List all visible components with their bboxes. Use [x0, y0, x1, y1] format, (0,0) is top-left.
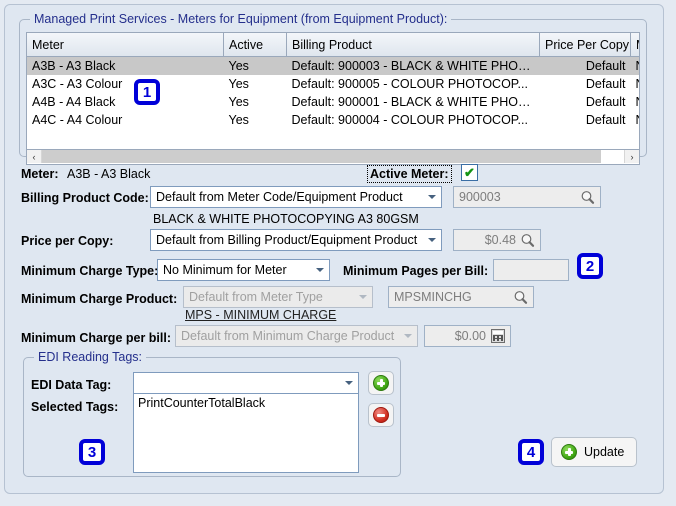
scroll-left-icon[interactable]: ‹	[27, 150, 42, 163]
table-row[interactable]: A4B - A4 Black Yes Default: 900001 - BLA…	[27, 93, 640, 111]
minus-circle-icon	[373, 407, 389, 423]
cell-min-chg: No	[630, 56, 639, 75]
minimum-charge-product-code-field[interactable]: MPSMINCHG	[388, 286, 534, 308]
minimum-charge-per-bill-select[interactable]: Default from Minimum Charge Product	[175, 325, 418, 347]
edi-group-title: EDI Reading Tags:	[34, 350, 146, 364]
chevron-down-icon	[345, 381, 353, 385]
annotation-badge-2: 2	[577, 253, 603, 279]
minimum-charge-product-select-value: Default from Meter Type	[189, 290, 323, 304]
list-item[interactable]: PrintCounterTotalBlack	[138, 396, 354, 410]
cell-billing-product: Default: 900001 - BLACK & WHITE PHOT...	[291, 95, 535, 109]
minimum-charge-per-bill-amount: $0.00	[454, 329, 486, 343]
calculator-icon[interactable]	[491, 329, 505, 343]
edi-data-tag-select[interactable]	[133, 372, 359, 394]
chevron-down-icon	[404, 334, 412, 338]
price-per-copy-select-value: Default from Billing Product/Equipment P…	[156, 233, 418, 247]
cell-meter: A4C - A4 Colour	[32, 113, 123, 127]
table-row[interactable]: A4C - A4 Colour Yes Default: 900004 - CO…	[27, 111, 640, 129]
remove-tag-button[interactable]	[368, 403, 394, 427]
search-icon[interactable]	[513, 290, 528, 305]
plus-circle-icon	[373, 375, 389, 391]
minimum-charge-product-description[interactable]: MPS - MINIMUM CHARGE	[185, 308, 336, 322]
search-icon[interactable]	[580, 190, 595, 205]
billing-product-description: BLACK & WHITE PHOTOCOPYING A3 80GSM	[153, 212, 419, 226]
column-header-active[interactable]: Active	[223, 33, 287, 57]
minimum-pages-field[interactable]	[493, 259, 569, 281]
selected-tags-label: Selected Tags:	[31, 400, 119, 414]
price-per-copy-label: Price per Copy:	[21, 234, 114, 248]
active-meter-label: Active Meter:	[367, 165, 452, 183]
minimum-charge-type-select-value: No Minimum for Meter	[163, 263, 287, 277]
selected-tags-listbox[interactable]: PrintCounterTotalBlack	[133, 393, 359, 473]
meters-table: Meter Active Billing Product Price Per C…	[27, 33, 640, 129]
minimum-charge-per-bill-field[interactable]: $0.00	[424, 325, 511, 347]
column-header-meter[interactable]: Meter	[27, 33, 224, 57]
cell-active: Yes	[228, 77, 249, 91]
cell-billing-product: Default: 900003 - BLACK & WHITE PHOT...	[286, 56, 540, 75]
minimum-charge-product-label: Minimum Charge Product:	[21, 292, 178, 306]
meter-label: Meter:	[21, 167, 59, 181]
update-button-label: Update	[584, 445, 625, 459]
update-button[interactable]: Update	[551, 437, 638, 467]
edi-data-tag-label: EDI Data Tag:	[31, 378, 112, 392]
cell-meter: A3B - A3 Black	[27, 56, 224, 75]
cell-price-per-copy: Default	[585, 77, 626, 91]
column-header-billing-product[interactable]: Billing Product	[286, 33, 540, 57]
meter-value: A3B - A3 Black	[67, 167, 151, 181]
cell-min-chg: No	[631, 111, 640, 129]
table-row[interactable]: A3B - A3 Black Yes Default: 900003 - BLA…	[27, 56, 639, 75]
price-per-copy-amount: $0.48	[484, 233, 516, 247]
main-panel: Managed Print Services - Meters for Equi…	[4, 4, 664, 494]
billing-product-code-select[interactable]: Default from Meter Code/Equipment Produc…	[150, 186, 442, 208]
chevron-down-icon	[428, 238, 436, 242]
cell-price-per-copy: Default	[585, 95, 626, 109]
column-header-price-per-copy[interactable]: Price Per Copy	[539, 33, 631, 57]
cell-meter: A4B - A4 Black	[32, 95, 116, 109]
search-icon[interactable]	[520, 233, 535, 248]
table-header-row: Meter Active Billing Product Price Per C…	[27, 33, 639, 57]
chevron-down-icon	[359, 295, 367, 299]
price-per-copy-field[interactable]: $0.48	[453, 229, 541, 251]
minimum-pages-label: Minimum Pages per Bill:	[343, 264, 489, 278]
minimum-charge-type-select[interactable]: No Minimum for Meter	[157, 259, 330, 281]
billing-product-code-select-value: Default from Meter Code/Equipment Produc…	[156, 190, 403, 204]
billing-product-code-label: Billing Product Code:	[21, 191, 149, 205]
minimum-charge-per-bill-label: Minimum Charge per bill:	[21, 331, 172, 345]
cell-price-per-copy: Default	[585, 113, 626, 127]
table-row[interactable]: A3C - A3 Colour Yes Default: 900005 - CO…	[27, 75, 640, 93]
chevron-down-icon	[428, 195, 436, 199]
cell-active: Yes	[228, 95, 249, 109]
cell-min-chg: No	[631, 75, 640, 93]
chevron-down-icon	[316, 268, 324, 272]
minimum-charge-per-bill-select-value: Default from Minimum Charge Product	[181, 329, 395, 343]
scroll-right-icon[interactable]: ›	[624, 150, 639, 163]
add-tag-button[interactable]	[368, 371, 394, 395]
minimum-charge-product-code: MPSMINCHG	[394, 290, 472, 304]
meters-group-box: Managed Print Services - Meters for Equi…	[19, 12, 647, 165]
cell-price-per-copy: Default	[539, 56, 631, 75]
meters-group-title: Managed Print Services - Meters for Equi…	[30, 12, 452, 26]
column-header-min-chg[interactable]: Min Chg	[630, 33, 639, 57]
annotation-badge-4: 4	[518, 439, 544, 465]
cell-min-chg: No	[631, 93, 640, 111]
checkmark-icon: ✔	[464, 165, 475, 180]
minimum-charge-product-select[interactable]: Default from Meter Type	[183, 286, 373, 308]
plus-circle-icon	[561, 444, 577, 460]
billing-product-code-value: 900003	[459, 190, 501, 204]
cell-active: Yes	[223, 56, 287, 75]
cell-billing-product: Default: 900004 - COLOUR PHOTOCOP...	[291, 113, 528, 127]
minimum-charge-type-label: Minimum Charge Type:	[21, 264, 159, 278]
active-meter-checkbox[interactable]: ✔	[461, 164, 478, 181]
cell-meter: A3C - A3 Colour	[32, 77, 123, 91]
annotation-badge-1: 1	[134, 79, 160, 105]
scrollbar-track[interactable]	[42, 150, 624, 164]
cell-billing-product: Default: 900005 - COLOUR PHOTOCOP...	[291, 77, 528, 91]
cell-active: Yes	[228, 113, 249, 127]
annotation-badge-3: 3	[79, 439, 105, 465]
scrollbar-thumb[interactable]	[42, 150, 601, 163]
price-per-copy-select[interactable]: Default from Billing Product/Equipment P…	[150, 229, 442, 251]
billing-product-code-field[interactable]: 900003	[453, 186, 601, 208]
meters-table-horizontal-scrollbar[interactable]: ‹ ›	[26, 150, 640, 165]
meters-table-container[interactable]: Meter Active Billing Product Price Per C…	[26, 32, 640, 150]
